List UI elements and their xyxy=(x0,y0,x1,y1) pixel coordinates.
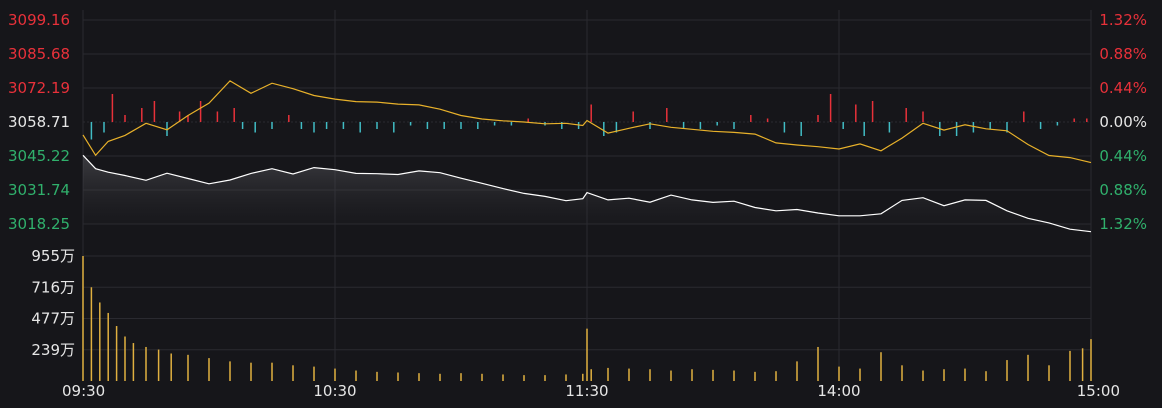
time-tick-label: 15:00 xyxy=(1077,382,1120,400)
price-tick-label: 3085.68 xyxy=(8,45,70,63)
intraday-chart-svg: 3099.16 3085.68 3072.19 3058.71 3045.22 3031.… xyxy=(8,10,1147,400)
pct-tick-label: 1.32% xyxy=(1099,215,1147,233)
pct-tick-label: 0.88% xyxy=(1099,45,1147,63)
volume-tick-label: 716万 xyxy=(31,278,75,296)
price-tick-label: 3045.22 xyxy=(8,147,70,165)
time-tick-label: 10:30 xyxy=(313,382,356,400)
price-tick-label: 3018.25 xyxy=(8,215,70,233)
time-tick-label: 14:00 xyxy=(817,382,860,400)
time-tick-label: 09:30 xyxy=(62,382,105,400)
pct-tick-label: 0.44% xyxy=(1099,147,1147,165)
price-tick-label: 3031.74 xyxy=(8,181,70,199)
price-tick-label: 3058.71 xyxy=(8,113,70,131)
volume-tick-label: 477万 xyxy=(31,310,75,328)
intraday-chart: 3099.16 3085.68 3072.19 3058.71 3045.22 3031.… xyxy=(0,0,1162,408)
volume-tick-label: 955万 xyxy=(31,247,75,265)
volume-tick-label: 239万 xyxy=(31,341,75,359)
pct-tick-label: 0.88% xyxy=(1099,181,1147,199)
pct-tick-label: 1.32% xyxy=(1099,11,1147,29)
pct-tick-label: 0.44% xyxy=(1099,79,1147,97)
time-tick-label: 11:30 xyxy=(565,382,608,400)
pct-tick-label: 0.00% xyxy=(1099,113,1147,131)
price-tick-label: 3072.19 xyxy=(8,79,70,97)
price-tick-label: 3099.16 xyxy=(8,11,70,29)
